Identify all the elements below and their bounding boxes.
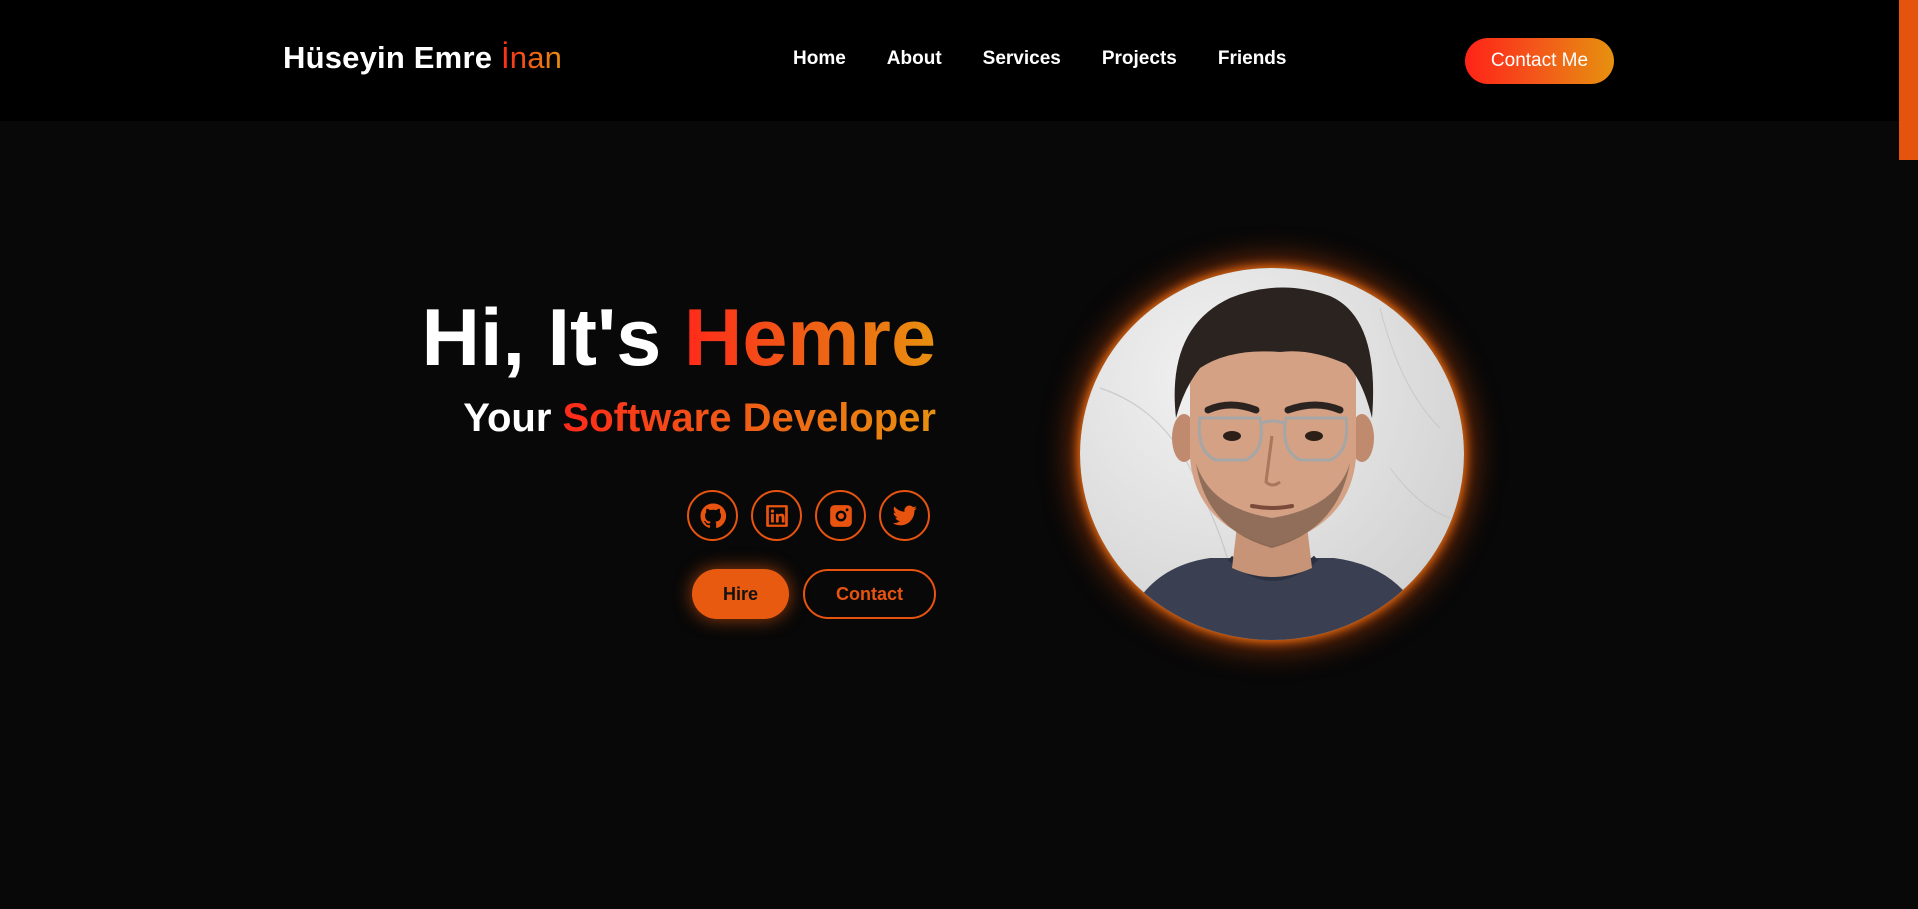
logo-name: Hüseyin Emre [283, 40, 501, 75]
logo-surname: İnan [500, 40, 563, 75]
profile-photo [1080, 268, 1464, 640]
twitter-icon [892, 503, 918, 529]
hero-title: Hi, It's Hemre [422, 298, 936, 379]
nav-friends[interactable]: Friends [1218, 48, 1287, 74]
logo[interactable]: Hüseyin Emre İnan [283, 40, 562, 76]
hero-subtitle: Your Software Developer [463, 398, 936, 438]
linkedin-link[interactable] [751, 490, 802, 541]
hire-button[interactable]: Hire [692, 569, 789, 619]
github-link[interactable] [687, 490, 738, 541]
linkedin-icon [764, 503, 790, 529]
instagram-icon [828, 503, 854, 529]
social-links [687, 490, 930, 541]
page: Hüseyin Emre İnan Home About Services Pr… [0, 0, 1918, 909]
nav-home[interactable]: Home [793, 48, 846, 74]
hero-subtitle-prefix: Your [463, 396, 563, 440]
twitter-link[interactable] [879, 490, 930, 541]
contact-me-button[interactable]: Contact Me [1465, 38, 1614, 84]
instagram-link[interactable] [815, 490, 866, 541]
hero-title-prefix: Hi, It's [421, 293, 684, 383]
header: Hüseyin Emre İnan Home About Services Pr… [0, 0, 1918, 121]
nav-about[interactable]: About [887, 48, 942, 74]
github-icon [700, 503, 726, 529]
contact-button[interactable]: Contact [803, 569, 936, 619]
nav-projects[interactable]: Projects [1102, 48, 1177, 74]
profile-portrait [1099, 287, 1451, 640]
nav-services[interactable]: Services [983, 48, 1061, 74]
hero-subtitle-role: Software Developer [562, 396, 936, 440]
hero-title-name: Hemre [683, 293, 936, 383]
main-nav: Home About Services Projects Friends [793, 48, 1286, 74]
scrollbar-thumb[interactable] [1899, 0, 1918, 160]
